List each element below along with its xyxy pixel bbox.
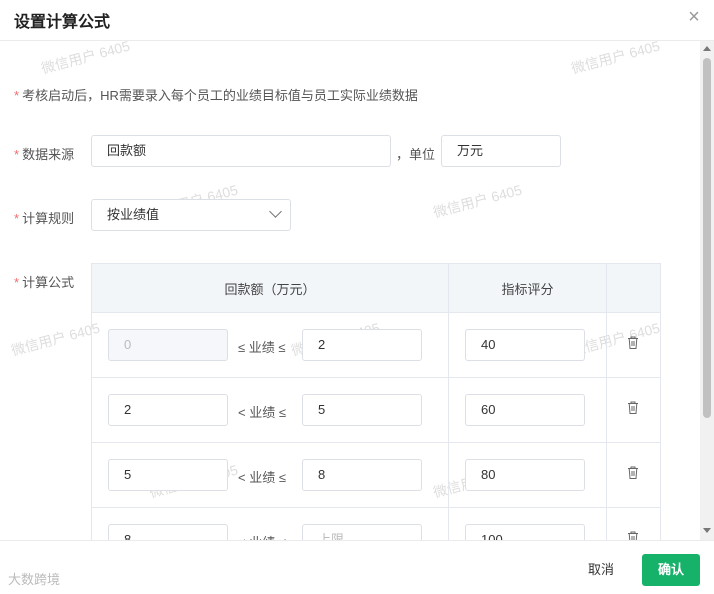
col-header-score: 指标评分 xyxy=(448,263,607,313)
table-row: 2 < 业绩 ≤ 5 60 xyxy=(91,377,661,443)
range-low-input: 0 xyxy=(108,329,228,361)
delete-icon[interactable] xyxy=(627,336,639,349)
col-header-action xyxy=(606,263,661,313)
watermark: 微信用户 6405 xyxy=(9,319,102,359)
hint-text: * 考核启动后，HR需要录入每个员工的业绩目标值与员工实际业绩数据 xyxy=(14,88,418,103)
formula-dialog: 设置计算公式 × 微信用户 6405 微信用户 6405 微信用户 6405 微… xyxy=(0,0,714,594)
unit-input[interactable]: 万元 xyxy=(441,135,561,167)
confirm-button[interactable]: 确认 xyxy=(642,554,700,586)
delete-icon[interactable] xyxy=(627,466,639,479)
dialog-footer: 大数跨境 取消 确认 xyxy=(0,540,714,594)
range-operator: < 业绩 ≤ xyxy=(238,470,286,485)
chevron-down-icon xyxy=(269,205,282,218)
formula-label: * 计算公式 xyxy=(14,275,75,290)
calc-rule-label: * 计算规则 xyxy=(14,211,75,226)
delete-icon[interactable] xyxy=(627,531,639,540)
watermark: 微信用户 6405 xyxy=(569,41,662,77)
dialog-header: 设置计算公式 × xyxy=(0,0,714,41)
dialog-title: 设置计算公式 xyxy=(14,14,111,31)
range-high-input[interactable]: 上限 xyxy=(302,524,422,540)
watermark: 微信用户 6405 xyxy=(39,41,132,77)
range-operator: < 业绩 ≤ xyxy=(238,405,286,420)
scroll-down-arrow-icon[interactable] xyxy=(703,528,711,533)
unit-label: ，单位 xyxy=(396,147,436,162)
range-low-input[interactable]: 5 xyxy=(108,459,228,491)
dialog-body: 微信用户 6405 微信用户 6405 微信用户 6405 微信用户 6405 … xyxy=(0,41,700,540)
scrollbar-thumb[interactable] xyxy=(703,58,711,418)
data-source-label: * 数据来源 xyxy=(14,147,75,162)
scroll-up-arrow-icon[interactable] xyxy=(703,46,711,51)
score-input[interactable]: 60 xyxy=(465,394,585,426)
watermark: 微信用户 6405 xyxy=(431,181,524,221)
calc-rule-value: 按业绩值 xyxy=(107,207,160,222)
range-operator: < 业绩 ≤ xyxy=(238,532,286,540)
score-input[interactable]: 80 xyxy=(465,459,585,491)
range-high-input[interactable]: 2 xyxy=(302,329,422,361)
calc-rule-select[interactable]: 按业绩值 xyxy=(91,199,291,231)
range-high-input[interactable]: 5 xyxy=(302,394,422,426)
delete-icon[interactable] xyxy=(627,401,639,414)
close-icon[interactable]: × xyxy=(684,6,704,28)
formula-table: 回款额（万元） 指标评分 0 ≤ 业绩 ≤ 2 40 2 < 业绩 ≤ 5 60… xyxy=(91,263,661,540)
range-low-input[interactable]: 8 xyxy=(108,524,228,540)
range-operator: ≤ 业绩 ≤ xyxy=(238,340,286,355)
brand-logo: 大数跨境 xyxy=(8,572,61,587)
table-row: 0 ≤ 业绩 ≤ 2 40 xyxy=(91,312,661,378)
table-row: 5 < 业绩 ≤ 8 80 xyxy=(91,442,661,508)
range-low-input[interactable]: 2 xyxy=(108,394,228,426)
table-row: 8 < 业绩 ≤ 上限 100 xyxy=(91,507,661,540)
col-header-amount: 回款额（万元） xyxy=(91,263,449,313)
score-input[interactable]: 100 xyxy=(465,524,585,540)
range-high-input[interactable]: 8 xyxy=(302,459,422,491)
cancel-button[interactable]: 取消 xyxy=(575,555,627,585)
score-input[interactable]: 40 xyxy=(465,329,585,361)
data-source-input[interactable]: 回款额 xyxy=(91,135,391,167)
